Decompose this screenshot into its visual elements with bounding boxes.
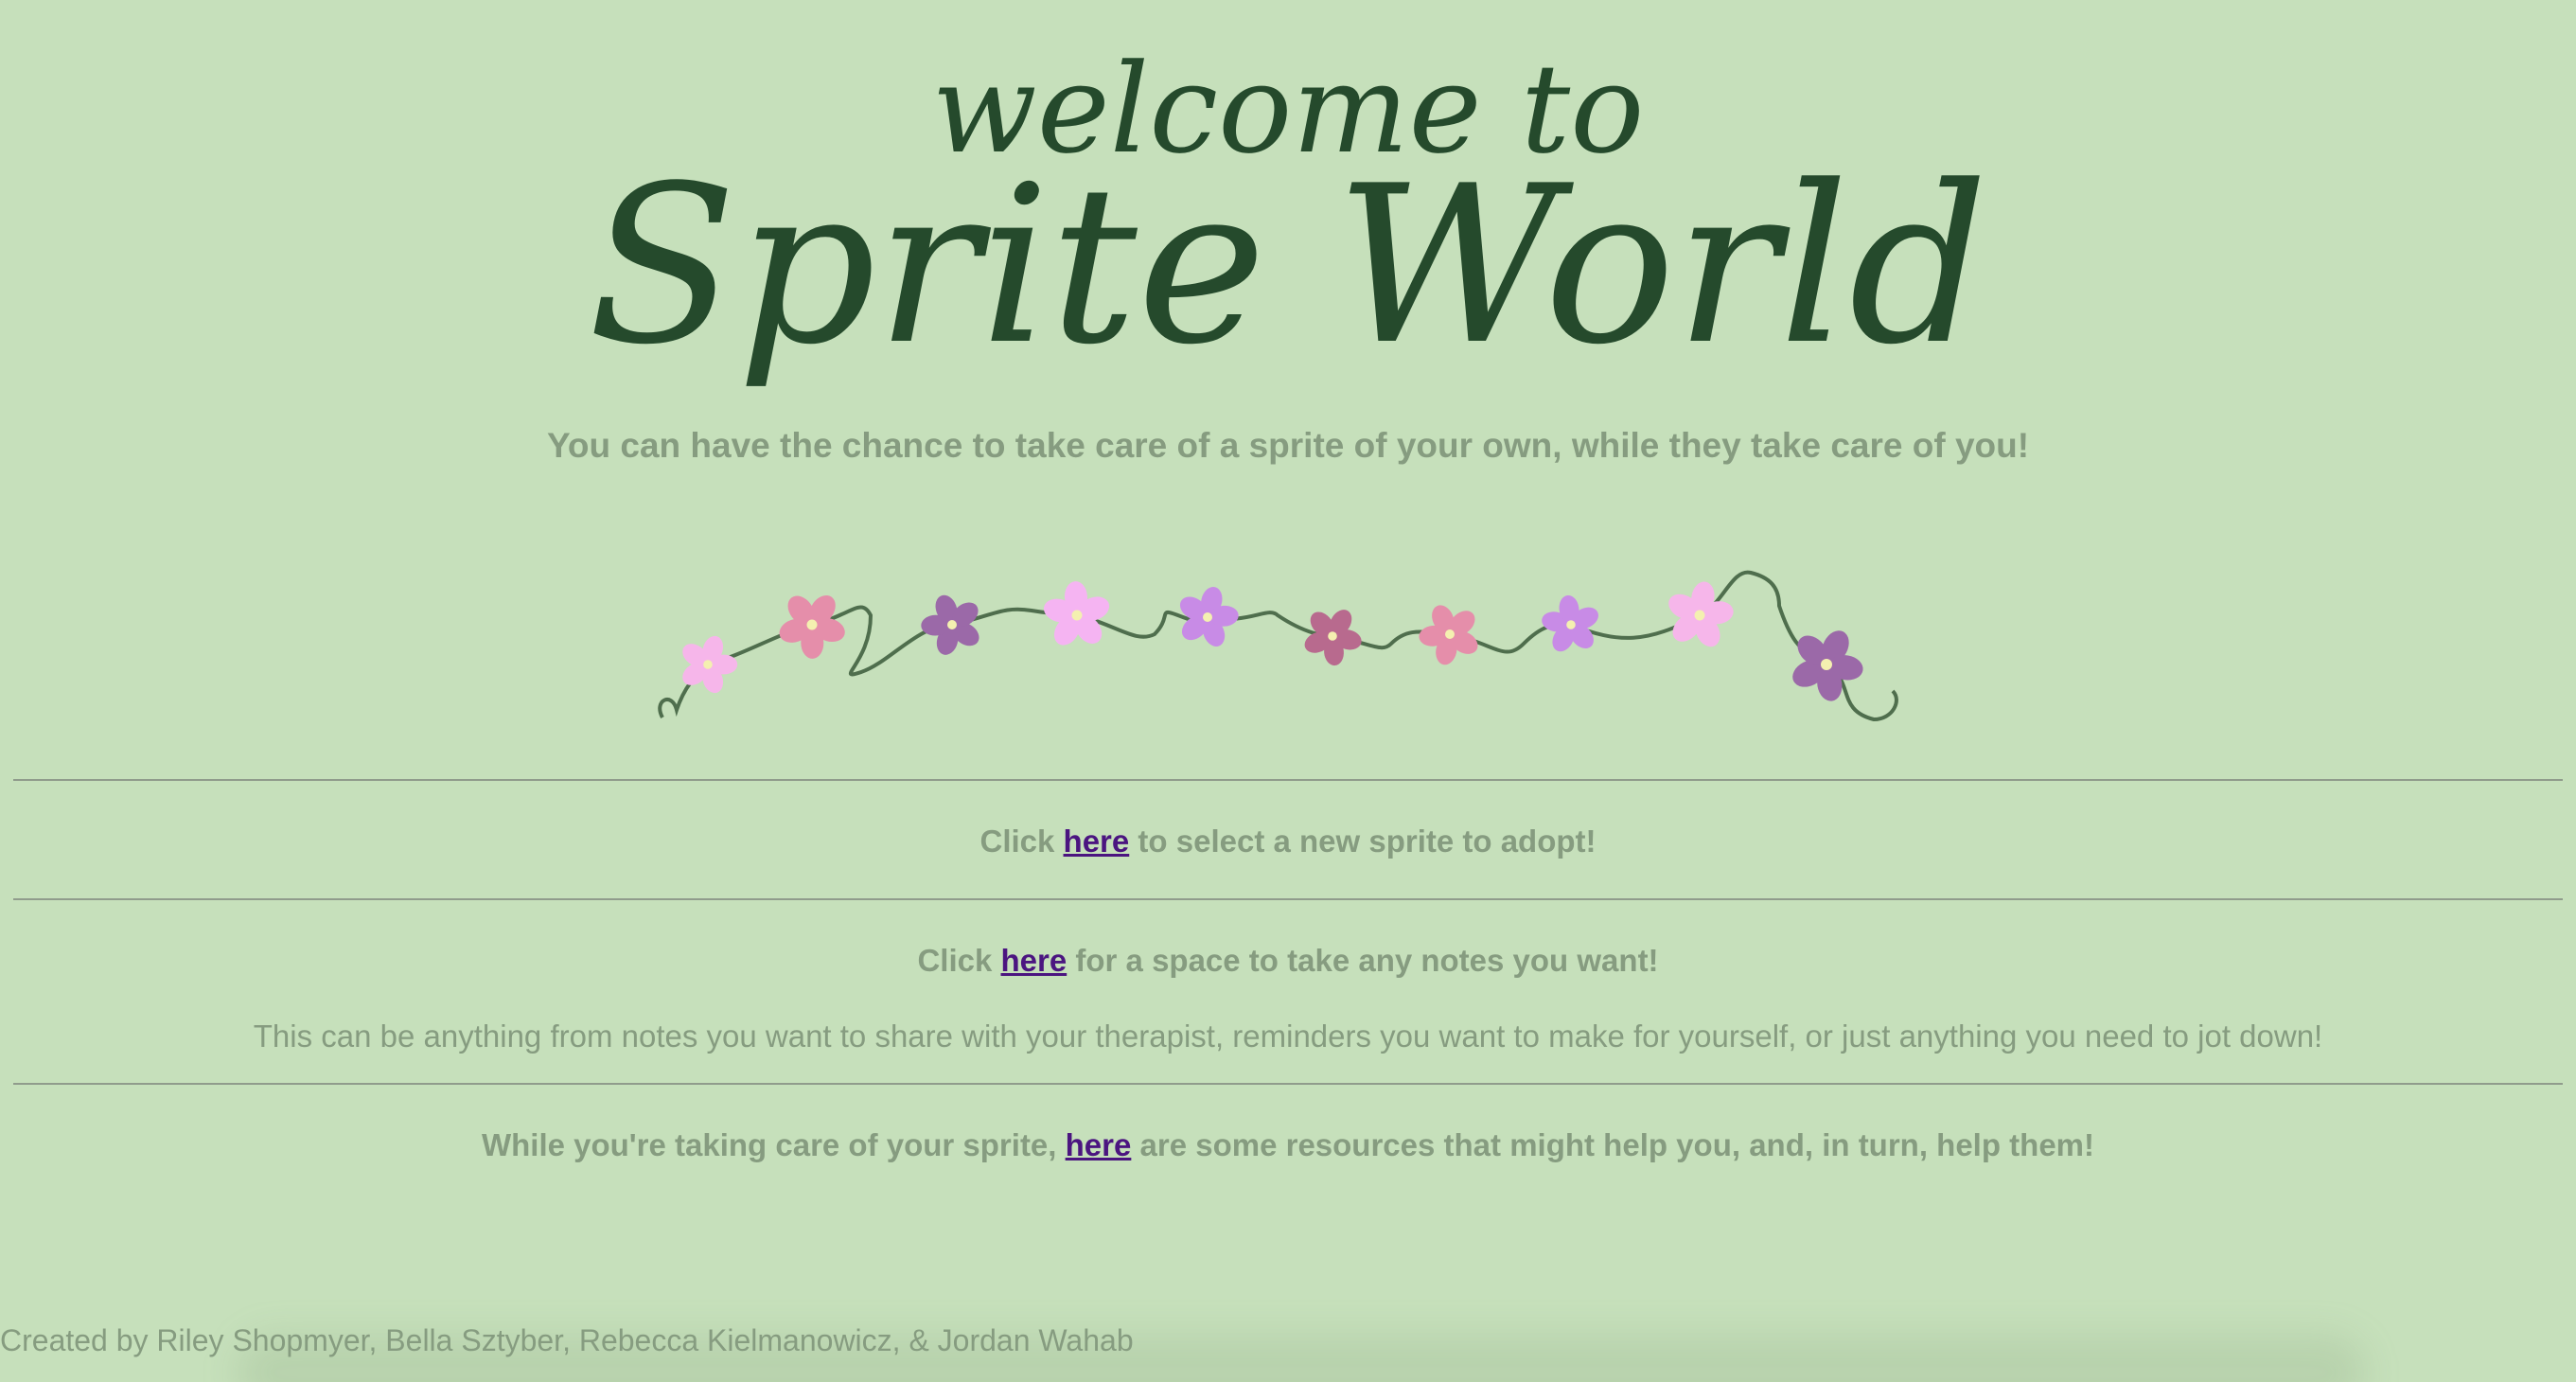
notes-suffix: for a space to take any notes you want! — [1067, 943, 1659, 978]
adopt-link[interactable]: here — [1064, 824, 1130, 859]
flower-icon — [1043, 581, 1110, 646]
notes-description: This can be anything from notes you want… — [253, 1019, 2323, 1054]
flower-icon — [779, 594, 845, 659]
divider — [13, 1083, 2563, 1085]
site-header: welcome to Sprite World — [588, 37, 1988, 393]
notes-prefix: Click — [917, 943, 1001, 978]
flower-icon — [1542, 594, 1598, 652]
tagline: You can have the chance to take care of … — [546, 426, 2030, 465]
flower-garland-icon — [658, 570, 1898, 722]
adopt-prefix: Click — [979, 824, 1064, 859]
notes-line: Click here for a space to take any notes… — [0, 943, 2576, 979]
flower-icon — [1304, 610, 1362, 666]
site-title: Sprite World — [588, 140, 1988, 393]
notes-link[interactable]: here — [1001, 943, 1067, 978]
resources-link[interactable]: here — [1066, 1127, 1132, 1162]
flower-icon — [921, 594, 979, 655]
adopt-suffix: to select a new sprite to adopt! — [1129, 824, 1597, 859]
resources-suffix: are some resources that might help you, … — [1131, 1127, 2095, 1162]
page: welcome to Sprite World You can have the… — [0, 0, 2576, 1382]
flower-icon — [1419, 605, 1478, 665]
footer-credits: Created by Riley Shopmyer, Bella Sztyber… — [0, 1323, 1134, 1357]
divider — [13, 898, 2563, 900]
divider — [13, 779, 2563, 781]
resources-prefix: While you're taking care of your sprite, — [481, 1127, 1066, 1162]
resources-line: While you're taking care of your sprite,… — [0, 1127, 2576, 1163]
adopt-line: Click here to select a new sprite to ado… — [0, 824, 2576, 859]
flower-icon — [1792, 630, 1863, 701]
